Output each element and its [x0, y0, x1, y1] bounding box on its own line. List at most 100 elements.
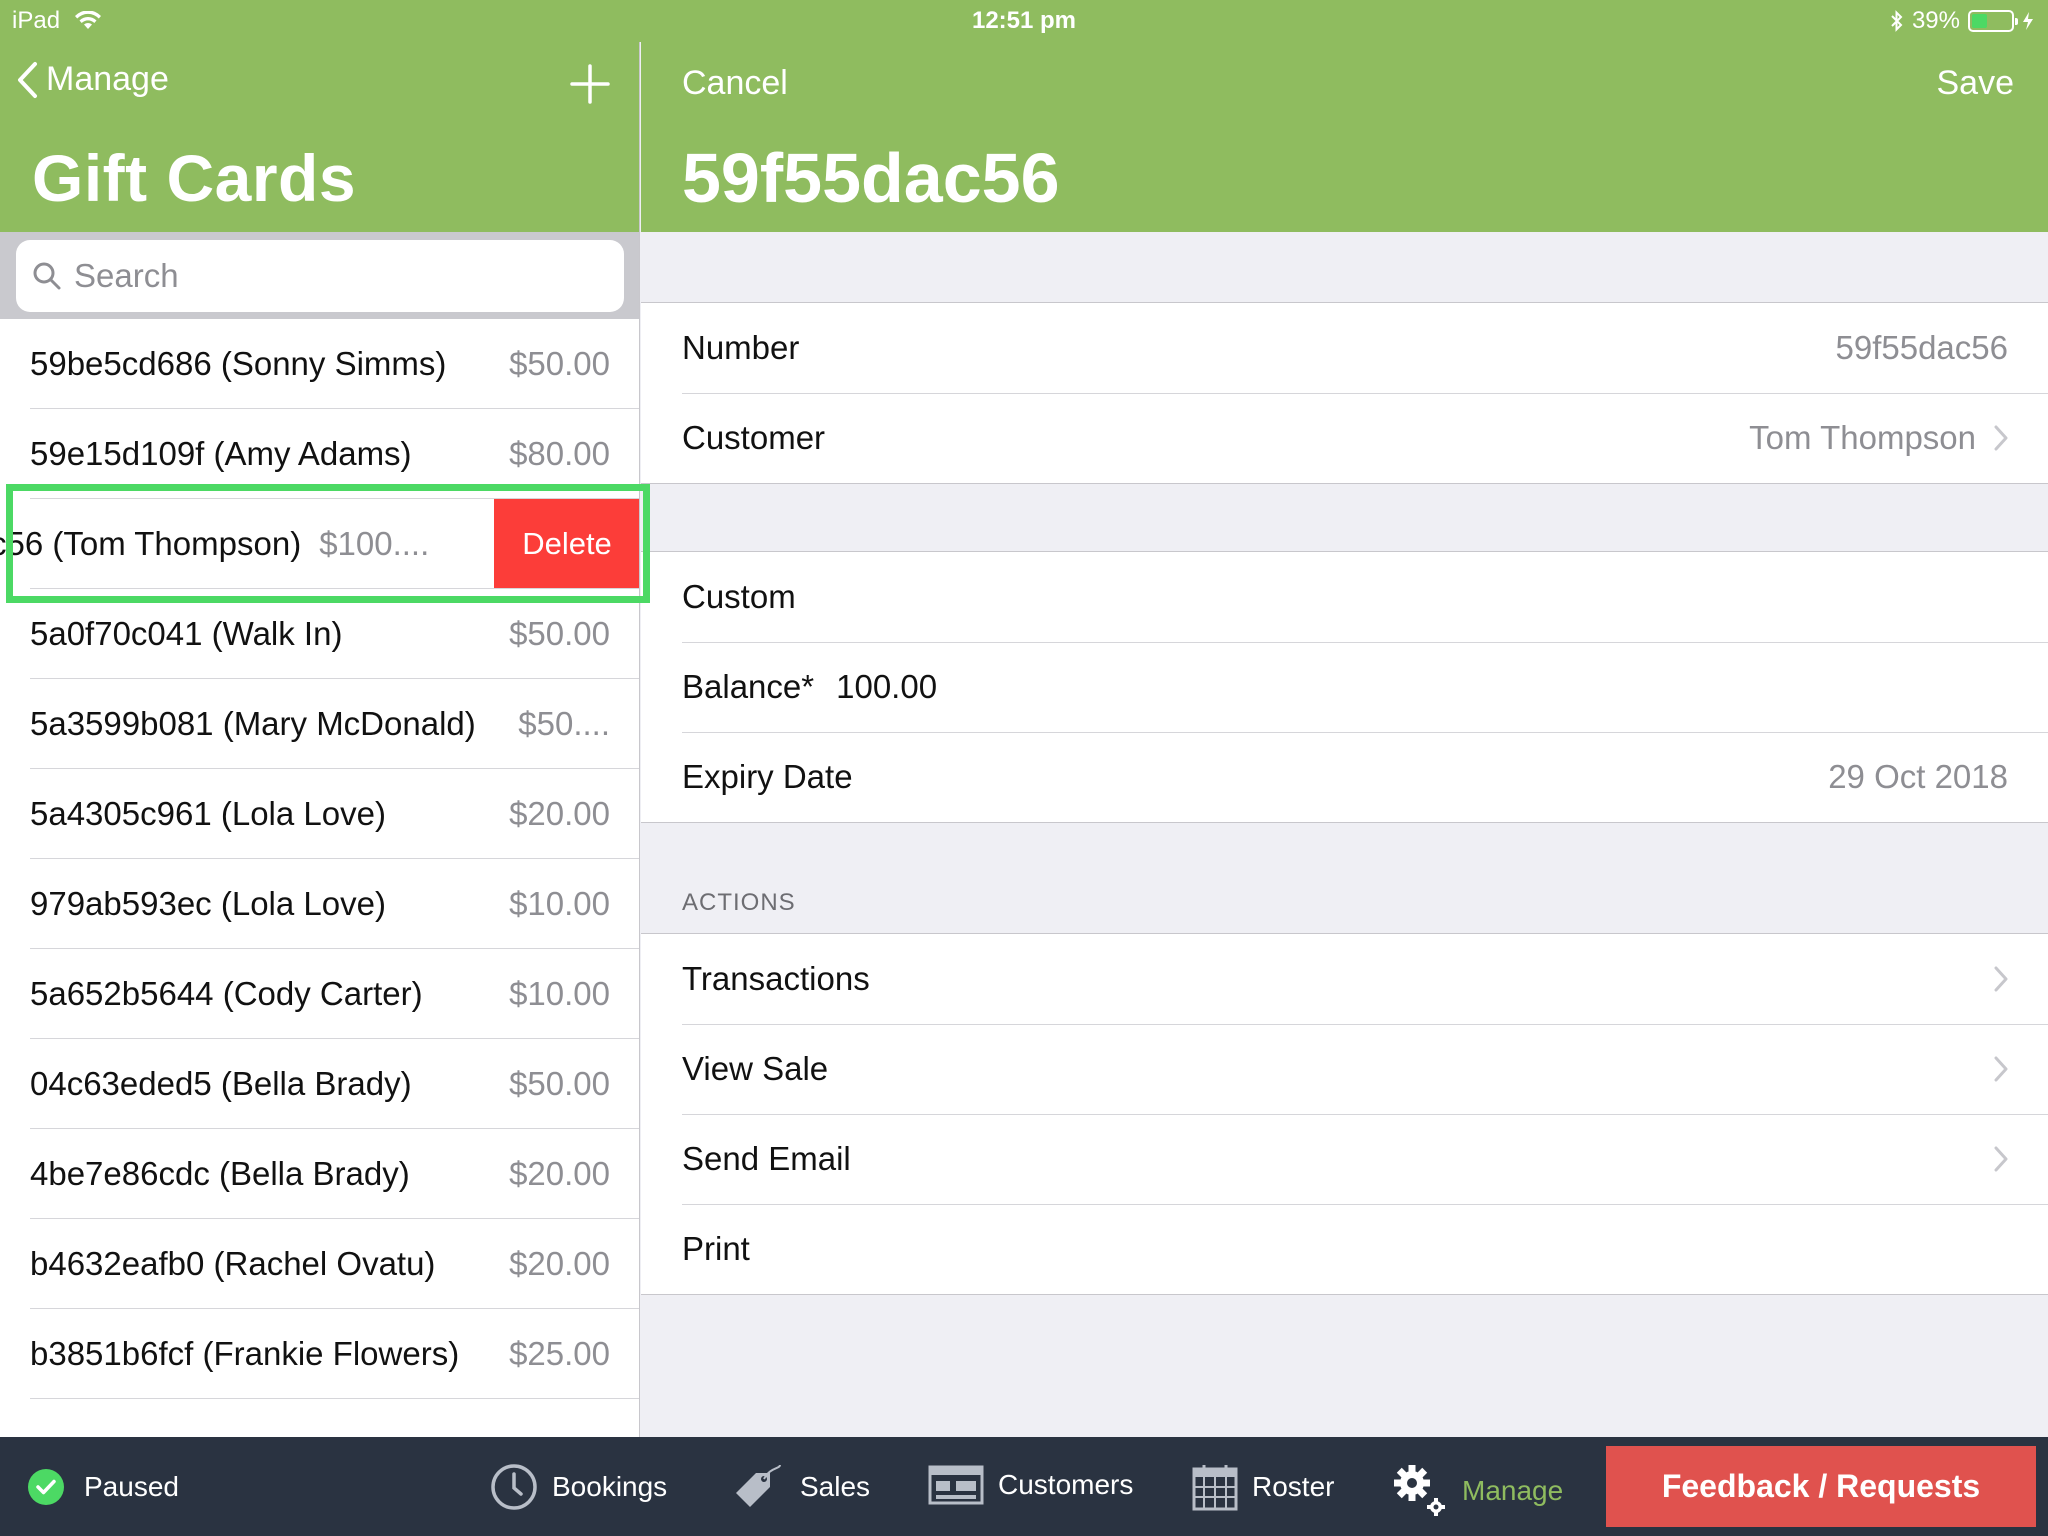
list-item[interactable]: 5a3599b081 (Mary McDonald) $50.... [0, 679, 639, 769]
info-group: Number 59f55dac56 Customer Tom Thompson [641, 302, 2048, 484]
delete-button[interactable]: Delete [494, 499, 639, 589]
custom-label: Custom [682, 578, 796, 615]
status-label: Paused [84, 1471, 179, 1502]
save-button[interactable]: Save [1937, 64, 2015, 103]
transactions-row[interactable]: Transactions [641, 934, 2048, 1024]
clock-icon [491, 1464, 537, 1510]
print-label: Print [682, 1230, 750, 1267]
swiped-row-content: c56 (Tom Thompson) $100.... [0, 499, 480, 589]
cancel-button[interactable]: Cancel [682, 64, 788, 103]
transactions-label: Transactions [682, 960, 870, 997]
list-item[interactable]: 5a0f70c041 (Walk In) $50.00 [0, 589, 639, 679]
gear-icon [1394, 1465, 1445, 1516]
gift-cards-list-pane: Manage Gift Cards 59be5cd686 (Sonny Simm… [0, 0, 640, 1437]
list-item[interactable]: b3851b6fcf (Frankie Flowers) $25.00 [0, 1309, 639, 1399]
actions-section-header: ACTIONS [682, 889, 796, 916]
balance-group: Custom Balance* 100.00 Expiry Date 29 Oc… [641, 551, 2048, 823]
battery-icon [1968, 10, 2018, 32]
gift-card-name: 59e15d109f (Amy Adams) [30, 435, 412, 472]
tab-customers[interactable]: Customers [928, 1463, 1133, 1507]
expiry-date-row[interactable]: Expiry Date 29 Oct 2018 [641, 732, 2048, 822]
gift-card-name: c56 (Tom Thompson) [0, 525, 302, 562]
bluetooth-icon [1891, 10, 1903, 32]
storefront-icon [928, 1465, 984, 1505]
list-item[interactable]: 5a4305c961 (Lola Love) $20.00 [0, 769, 639, 859]
gift-card-name: 04c63eded5 (Bella Brady) [30, 1065, 412, 1102]
charging-icon [2023, 12, 2033, 30]
back-button-label: Manage [46, 60, 169, 98]
gift-card-amount: $25.00 [509, 1335, 610, 1372]
list-item-swiped[interactable]: c56 (Tom Thompson) $100.... Delete [0, 499, 639, 589]
tab-roster-label: Roster [1252, 1471, 1335, 1502]
list-item[interactable]: 979ab593ec (Lola Love) $10.00 [0, 859, 639, 949]
detail-title: 59f55dac56 [682, 139, 1060, 217]
search-field[interactable] [16, 240, 624, 312]
print-row[interactable]: Print [641, 1204, 2048, 1294]
tab-bookings[interactable]: Bookings [490, 1463, 667, 1511]
gift-card-amount: $20.00 [509, 1155, 610, 1192]
gift-card-detail-pane: Cancel Save 59f55dac56 Number 59f55dac56… [641, 0, 2048, 1437]
gift-card-list: 59be5cd686 (Sonny Simms) $50.00 59e15d10… [0, 319, 639, 1399]
tab-sales[interactable]: Sales [730, 1463, 870, 1511]
view-sale-row[interactable]: View Sale [641, 1024, 2048, 1114]
search-bar [0, 232, 639, 319]
tab-bookings-label: Bookings [552, 1471, 668, 1502]
balance-label: Balance* [682, 668, 815, 705]
tab-roster[interactable]: Roster [1192, 1463, 1334, 1511]
gift-card-amount: $50.00 [509, 615, 610, 652]
search-icon [33, 262, 61, 290]
gift-card-amount: $20.00 [509, 795, 610, 832]
gift-card-amount: $100.... [319, 525, 430, 562]
tab-manage-label: Manage [1462, 1475, 1564, 1506]
view-sale-label: View Sale [682, 1050, 829, 1087]
list-item[interactable]: b4632eafb0 (Rachel Ovatu) $20.00 [0, 1219, 639, 1309]
paused-status[interactable]: Paused [28, 1469, 179, 1505]
add-gift-card-button[interactable] [566, 60, 614, 108]
list-item[interactable]: 5a652b5644 (Cody Carter) $10.00 [0, 949, 639, 1039]
gift-card-amount: $50.... [518, 705, 610, 742]
gift-card-name: 5a0f70c041 (Walk In) [30, 615, 343, 652]
gift-card-amount: $80.00 [509, 435, 610, 472]
balance-row[interactable]: Balance* 100.00 [641, 642, 2048, 732]
price-tag-icon [736, 1464, 781, 1507]
bottom-toolbar: Paused Bookings Sales Customers Roster M… [0, 1437, 2048, 1536]
tab-manage[interactable]: Manage [1392, 1463, 1563, 1519]
list-item[interactable]: 4be7e86cdc (Bella Brady) $20.00 [0, 1129, 639, 1219]
balance-input[interactable]: 100.00 [836, 668, 937, 706]
list-item[interactable]: 59be5cd686 (Sonny Simms) $50.00 [0, 319, 639, 409]
send-email-label: Send Email [682, 1140, 851, 1177]
battery-percent: 39% [1911, 7, 1960, 34]
gift-card-name: 5a4305c961 (Lola Love) [30, 795, 386, 832]
calendar-icon [1192, 1465, 1238, 1511]
gift-card-name: b3851b6fcf (Frankie Flowers) [30, 1335, 460, 1372]
feedback-requests-button[interactable]: Feedback / Requests [1606, 1446, 2036, 1527]
gift-card-amount: $20.00 [509, 1245, 610, 1282]
back-button[interactable]: Manage [16, 60, 169, 99]
number-value: 59f55dac56 [1835, 329, 2009, 366]
gift-card-amount: $50.00 [509, 345, 610, 382]
expiry-date-label: Expiry Date [682, 758, 853, 795]
customer-label: Customer [682, 419, 826, 456]
tab-sales-label: Sales [800, 1471, 871, 1502]
customer-row[interactable]: Customer Tom Thompson [641, 393, 2048, 483]
status-bar: iPad 12:51 pm 39% [0, 0, 2048, 42]
gift-card-amount: $10.00 [509, 975, 610, 1012]
chevron-left-icon [18, 61, 37, 98]
send-email-row[interactable]: Send Email [641, 1114, 2048, 1204]
device-label: iPad [12, 7, 61, 34]
chevron-right-icon [1994, 1146, 2008, 1172]
chevron-right-icon [1994, 1056, 2008, 1082]
search-input[interactable] [74, 257, 594, 295]
chevron-right-icon [1994, 966, 2008, 992]
gift-card-name: 979ab593ec (Lola Love) [30, 885, 386, 922]
expiry-date-value: 29 Oct 2018 [1828, 758, 2008, 795]
gift-card-name: 4be7e86cdc (Bella Brady) [30, 1155, 410, 1192]
chevron-right-icon [1994, 425, 2008, 451]
gift-card-name: 59be5cd686 (Sonny Simms) [30, 345, 447, 382]
list-item[interactable]: 04c63eded5 (Bella Brady) $50.00 [0, 1039, 639, 1129]
check-circle-icon [28, 1469, 64, 1505]
number-label: Number [682, 329, 800, 366]
gift-card-amount: $50.00 [509, 1065, 610, 1102]
clock: 12:51 pm [971, 7, 1077, 34]
list-item[interactable]: 59e15d109f (Amy Adams) $80.00 [0, 409, 639, 499]
